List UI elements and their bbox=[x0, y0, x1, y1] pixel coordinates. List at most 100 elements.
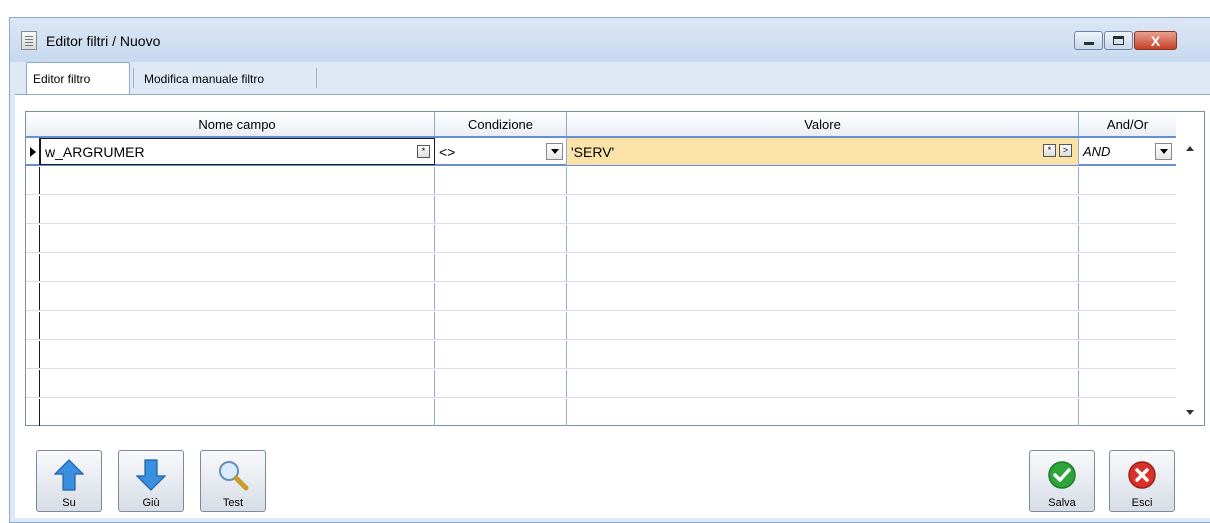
table-row[interactable] bbox=[26, 312, 1176, 340]
nome-campo-cell[interactable]: w_ARGRUMER * bbox=[40, 138, 435, 165]
valore-value: 'SERV' bbox=[571, 143, 615, 160]
nome-campo-cell[interactable] bbox=[40, 370, 435, 397]
move-down-label: Giù bbox=[142, 497, 160, 509]
row-indicator-header bbox=[26, 112, 40, 136]
valore-cell[interactable] bbox=[567, 254, 1079, 281]
table-row[interactable] bbox=[26, 196, 1176, 224]
condizione-cell[interactable] bbox=[435, 341, 567, 368]
condizione-cell[interactable] bbox=[435, 370, 567, 397]
condizione-cell[interactable] bbox=[435, 283, 567, 310]
condizione-cell[interactable] bbox=[435, 254, 567, 281]
valore-cell[interactable] bbox=[567, 283, 1079, 310]
save-label: Salva bbox=[1048, 497, 1076, 509]
tab-separator bbox=[133, 68, 134, 88]
condizione-cell[interactable] bbox=[435, 225, 567, 252]
condizione-cell[interactable] bbox=[435, 196, 567, 223]
nome-campo-cell[interactable] bbox=[40, 225, 435, 252]
nome-campo-cell[interactable] bbox=[40, 196, 435, 223]
nome-campo-value: w_ARGRUMER bbox=[45, 143, 145, 160]
close-button[interactable]: X bbox=[1134, 31, 1177, 50]
editor-panel: Nome campo Condizione Valore And/Or w_AR… bbox=[15, 94, 1210, 518]
condizione-value: <> bbox=[439, 143, 456, 160]
arrow-down-icon bbox=[135, 459, 167, 491]
move-down-button[interactable]: Giù bbox=[118, 450, 184, 512]
row-indicator bbox=[26, 341, 40, 368]
editor-filtri-window: Editor filtri / Nuovo X Editor filtro Mo… bbox=[9, 17, 1210, 523]
nome-campo-cell[interactable] bbox=[40, 341, 435, 368]
valore-cell[interactable] bbox=[567, 341, 1079, 368]
column-header-nome-campo[interactable]: Nome campo bbox=[40, 112, 435, 136]
row-indicator bbox=[26, 196, 40, 223]
table-row[interactable] bbox=[26, 370, 1176, 398]
column-header-and-or[interactable]: And/Or bbox=[1079, 112, 1176, 136]
condizione-cell[interactable] bbox=[435, 399, 567, 426]
exit-button[interactable]: Esci bbox=[1109, 450, 1175, 512]
and-or-value: AND bbox=[1083, 144, 1111, 159]
condizione-cell[interactable] bbox=[435, 312, 567, 339]
grid-header: Nome campo Condizione Valore And/Or bbox=[26, 112, 1176, 138]
magnifier-icon bbox=[217, 459, 249, 491]
zoom-value-button[interactable]: * bbox=[1043, 144, 1056, 157]
nome-campo-cell[interactable] bbox=[40, 312, 435, 339]
column-header-valore[interactable]: Valore bbox=[567, 112, 1079, 136]
column-header-condizione[interactable]: Condizione bbox=[435, 112, 567, 136]
minimize-button[interactable] bbox=[1074, 31, 1103, 50]
and-or-cell[interactable] bbox=[1079, 370, 1176, 397]
and-or-dropdown-button[interactable] bbox=[1155, 143, 1172, 160]
zoom-field-button[interactable]: * bbox=[417, 145, 430, 158]
move-up-label: Su bbox=[62, 497, 76, 509]
row-indicator bbox=[26, 312, 40, 339]
close-circle-icon bbox=[1126, 459, 1158, 491]
and-or-cell[interactable] bbox=[1079, 196, 1176, 223]
and-or-cell[interactable] bbox=[1079, 399, 1176, 426]
table-row[interactable]: w_ARGRUMER * <> 'SERV' * > AND bbox=[26, 138, 1176, 166]
minimize-icon bbox=[1083, 42, 1094, 45]
and-or-cell[interactable] bbox=[1079, 283, 1176, 310]
table-row[interactable] bbox=[26, 225, 1176, 253]
nome-campo-cell[interactable] bbox=[40, 399, 435, 426]
condizione-cell[interactable] bbox=[435, 167, 567, 194]
valore-cell[interactable] bbox=[567, 399, 1079, 426]
maximize-icon bbox=[1113, 36, 1124, 45]
valore-cell[interactable]: 'SERV' * > bbox=[567, 138, 1079, 165]
valore-cell[interactable] bbox=[567, 225, 1079, 252]
table-row[interactable] bbox=[26, 283, 1176, 311]
filter-grid: Nome campo Condizione Valore And/Or w_AR… bbox=[25, 111, 1205, 426]
and-or-cell[interactable] bbox=[1079, 341, 1176, 368]
and-or-cell[interactable] bbox=[1079, 225, 1176, 252]
test-button[interactable]: Test bbox=[200, 450, 266, 512]
row-indicator bbox=[26, 283, 40, 310]
valore-cell[interactable] bbox=[567, 167, 1079, 194]
move-up-button[interactable]: Su bbox=[36, 450, 102, 512]
valore-cell[interactable] bbox=[567, 196, 1079, 223]
nome-campo-cell[interactable] bbox=[40, 283, 435, 310]
tab-separator bbox=[316, 68, 317, 88]
table-row[interactable] bbox=[26, 399, 1176, 427]
and-or-cell[interactable] bbox=[1079, 254, 1176, 281]
save-button[interactable]: Salva bbox=[1029, 450, 1095, 512]
table-row[interactable] bbox=[26, 254, 1176, 282]
tab-editor-filtro[interactable]: Editor filtro bbox=[26, 62, 130, 95]
and-or-cell[interactable] bbox=[1079, 312, 1176, 339]
condizione-dropdown-button[interactable] bbox=[546, 143, 563, 160]
and-or-cell[interactable]: AND bbox=[1079, 138, 1176, 165]
and-or-cell[interactable] bbox=[1079, 167, 1176, 194]
scroll-up-icon[interactable] bbox=[1186, 146, 1194, 151]
table-row[interactable] bbox=[26, 341, 1176, 369]
next-value-button[interactable]: > bbox=[1059, 144, 1072, 157]
table-row[interactable] bbox=[26, 167, 1176, 195]
valore-cell[interactable] bbox=[567, 312, 1079, 339]
tab-modifica-manuale-filtro[interactable]: Modifica manuale filtro bbox=[138, 63, 318, 94]
nome-campo-cell[interactable] bbox=[40, 254, 435, 281]
scroll-down-icon[interactable] bbox=[1186, 410, 1194, 415]
maximize-button[interactable] bbox=[1104, 31, 1133, 50]
close-icon: X bbox=[1150, 32, 1161, 49]
grid-vertical-scrollbar[interactable] bbox=[1176, 138, 1204, 425]
condizione-cell[interactable]: <> bbox=[435, 138, 567, 165]
chevron-down-icon bbox=[550, 149, 559, 154]
nome-campo-cell[interactable] bbox=[40, 167, 435, 194]
document-icon bbox=[21, 31, 37, 50]
chevron-down-icon bbox=[1159, 149, 1168, 154]
valore-cell[interactable] bbox=[567, 370, 1079, 397]
current-row-pointer-icon bbox=[30, 146, 36, 157]
